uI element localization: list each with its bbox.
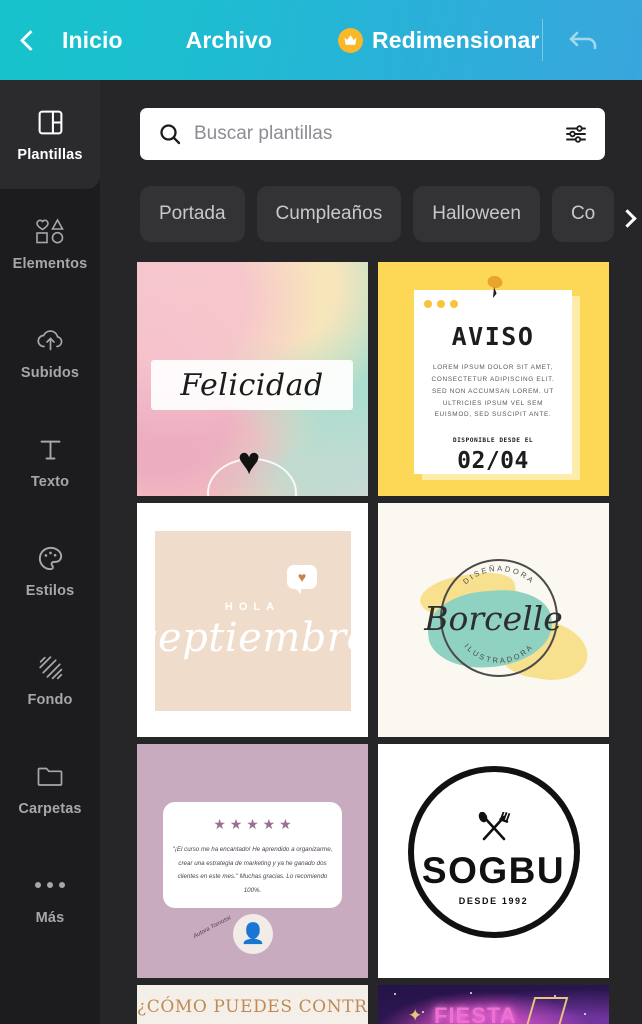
template-kicker: HOLA: [224, 601, 281, 613]
sidebar-label: Plantillas: [17, 147, 83, 163]
sparkle-icon: ✦: [408, 1006, 423, 1024]
sidebar-item-mas[interactable]: Más: [0, 843, 100, 952]
search-input[interactable]: [194, 123, 564, 145]
template-card-borcelle[interactable]: DISEÑADORA ILUSTRADORA Borcelle: [378, 503, 609, 737]
note-card: AVISO Lorem ipsum dolor sit amet, consec…: [414, 290, 572, 474]
header-resize-label: Redimensionar: [372, 26, 540, 53]
templates-icon: [36, 106, 65, 138]
spoon-fork-crossed-icon: [378, 810, 609, 846]
pushpin-icon: [484, 274, 506, 300]
template-card-como-controlar[interactable]: ¿CÓMO PUEDES CONTROLAR: [137, 985, 368, 1024]
shapes-icon: [33, 215, 67, 247]
app-header: Inicio Archivo Redimensionar: [0, 0, 642, 80]
templates-grid: Felicidad ♥ AVISO Lorem ipsum dolor sit …: [137, 262, 642, 1024]
gold-frame-decoration: [525, 997, 569, 1024]
back-button[interactable]: [0, 29, 60, 51]
chip-label: Portada: [159, 203, 226, 224]
chip-label: Co: [570, 203, 596, 224]
template-card-felicidad[interactable]: Felicidad ♥: [137, 262, 368, 496]
sidebar-item-subidos[interactable]: Subidos: [0, 298, 100, 407]
note-subtitle: DISPONIBLE DESDE EL: [452, 437, 534, 445]
header-file-label: Archivo: [185, 26, 273, 53]
sidebar-label: Más: [35, 910, 65, 926]
heart-icon: ♥: [237, 441, 261, 483]
template-card-aviso[interactable]: AVISO Lorem ipsum dolor sit amet, consec…: [378, 262, 609, 496]
template-card-fiesta[interactable]: ✦ FIESTA: [378, 985, 609, 1024]
search-icon: [158, 122, 182, 146]
sidebar-item-carpetas[interactable]: Carpetas: [0, 734, 100, 843]
palette-icon: [36, 542, 65, 574]
chip-label: Halloween: [432, 203, 521, 224]
svg-text:DISEÑADORA: DISEÑADORA: [461, 564, 537, 586]
header-resize-button[interactable]: Redimensionar: [338, 27, 539, 54]
crown-icon: [338, 27, 364, 53]
sidebar-item-plantillas[interactable]: Plantillas: [0, 80, 100, 189]
sidebar-item-texto[interactable]: Texto: [0, 407, 100, 516]
heart-speech-bubble-icon: ♥: [287, 565, 317, 594]
background-hatch-icon: [36, 651, 65, 683]
left-sidebar: Plantillas Elementos Subidos Texto Estil…: [0, 80, 100, 1024]
header-home-button[interactable]: Inicio: [62, 27, 123, 54]
svg-text:ILUSTRADORA: ILUSTRADORA: [463, 642, 536, 666]
undo-button[interactable]: [566, 24, 602, 56]
chip-cumpleanos[interactable]: Cumpleaños: [256, 186, 402, 242]
note-date: 02/04: [457, 448, 529, 475]
template-title: ¿CÓMO PUEDES CONTROLAR: [137, 997, 368, 1017]
chip-partial[interactable]: Co: [551, 186, 615, 242]
text-icon: [37, 433, 64, 465]
template-title: Borcelle: [424, 599, 563, 638]
template-tagline: DESDE 1992: [458, 896, 529, 906]
sidebar-label: Carpetas: [18, 801, 82, 817]
testimonial-quote: "¡El curso me ha encantado! He aprendido…: [172, 846, 333, 894]
template-title: septiembre: [137, 615, 368, 661]
sidebar-label: Subidos: [20, 365, 80, 381]
chips-scroll-right-button[interactable]: [616, 206, 638, 230]
header-home-label: Inicio: [62, 26, 123, 53]
sidebar-item-estilos[interactable]: Estilos: [0, 516, 100, 625]
template-title: FIESTA: [434, 1003, 517, 1024]
templates-panel: Portada Cumpleaños Halloween Co Felicida…: [100, 80, 642, 1024]
testimonial-card: ★ ★ ★ ★ ★ "¡El curso me ha encantado! He…: [163, 802, 342, 908]
chip-halloween[interactable]: Halloween: [413, 186, 540, 242]
folder-icon: [35, 760, 65, 792]
person-avatar-icon: 👤: [233, 914, 273, 954]
sidebar-label: Elementos: [12, 256, 88, 272]
template-card-testimonio[interactable]: ★ ★ ★ ★ ★ "¡El curso me ha encantado! He…: [137, 744, 368, 978]
template-title: Felicidad: [180, 367, 324, 403]
header-file-button[interactable]: Archivo: [186, 27, 272, 54]
chip-label: Cumpleaños: [275, 203, 383, 224]
dots-decoration: [424, 300, 458, 308]
sidebar-label: Estilos: [25, 583, 75, 599]
sidebar-item-elementos[interactable]: Elementos: [0, 189, 100, 298]
search-bar[interactable]: [140, 108, 605, 160]
chevron-right-icon: [617, 208, 637, 228]
header-divider: [542, 19, 543, 61]
more-dots-icon: [35, 869, 65, 901]
sidebar-item-fondo[interactable]: Fondo: [0, 625, 100, 734]
category-chips[interactable]: Portada Cumpleaños Halloween Co: [140, 186, 642, 242]
chip-portada[interactable]: Portada: [140, 186, 245, 242]
sidebar-label: Texto: [30, 474, 70, 490]
template-card-septiembre[interactable]: ♥ HOLA septiembre: [137, 503, 368, 737]
star-rating: ★ ★ ★ ★ ★: [213, 816, 292, 832]
template-title: SOGBU: [421, 850, 566, 891]
note-title: AVISO: [451, 322, 535, 351]
chevron-left-icon: [19, 29, 41, 51]
note-body: Lorem ipsum dolor sit amet, consectetur …: [431, 364, 555, 419]
cloud-upload-icon: [35, 324, 66, 356]
sidebar-label: Fondo: [27, 692, 73, 708]
filter-sliders-icon[interactable]: [564, 122, 588, 146]
template-card-sogbu[interactable]: SOGBU DESDE 1992: [378, 744, 609, 978]
